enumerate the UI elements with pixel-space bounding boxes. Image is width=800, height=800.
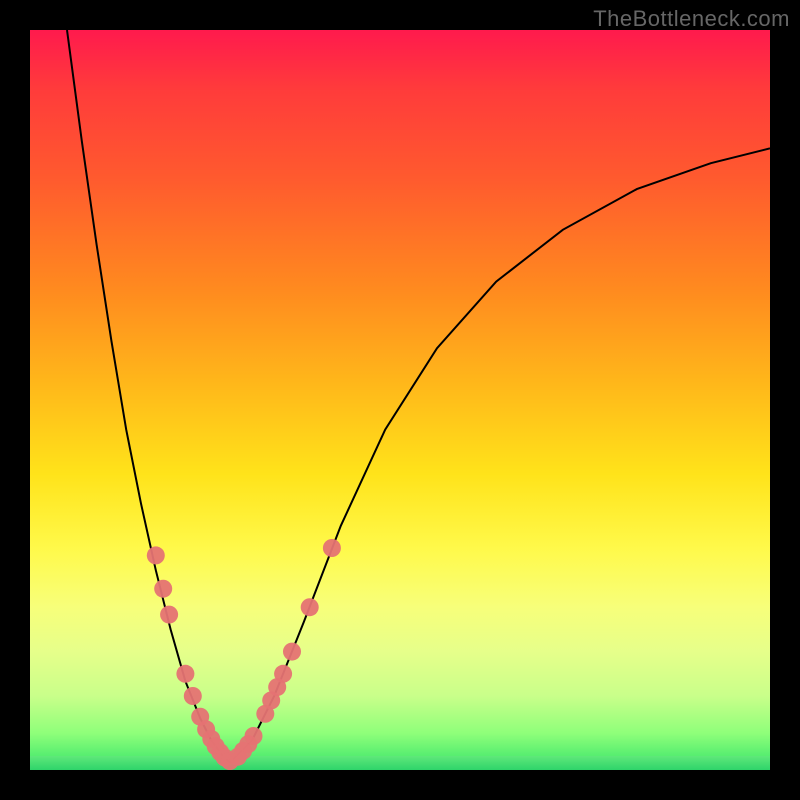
data-marker [301, 598, 319, 616]
chart-svg [30, 30, 770, 770]
data-marker [274, 665, 292, 683]
watermark: TheBottleneck.com [593, 6, 790, 32]
data-marker [245, 727, 263, 745]
data-marker [160, 606, 178, 624]
curve-left-arm [67, 30, 230, 763]
data-marker [184, 687, 202, 705]
data-marker [154, 580, 172, 598]
data-marker [147, 546, 165, 564]
markers-group [147, 539, 341, 770]
data-marker [283, 643, 301, 661]
curve-right-arm [230, 148, 770, 762]
data-marker [176, 665, 194, 683]
data-marker [323, 539, 341, 557]
chart-frame [30, 30, 770, 770]
